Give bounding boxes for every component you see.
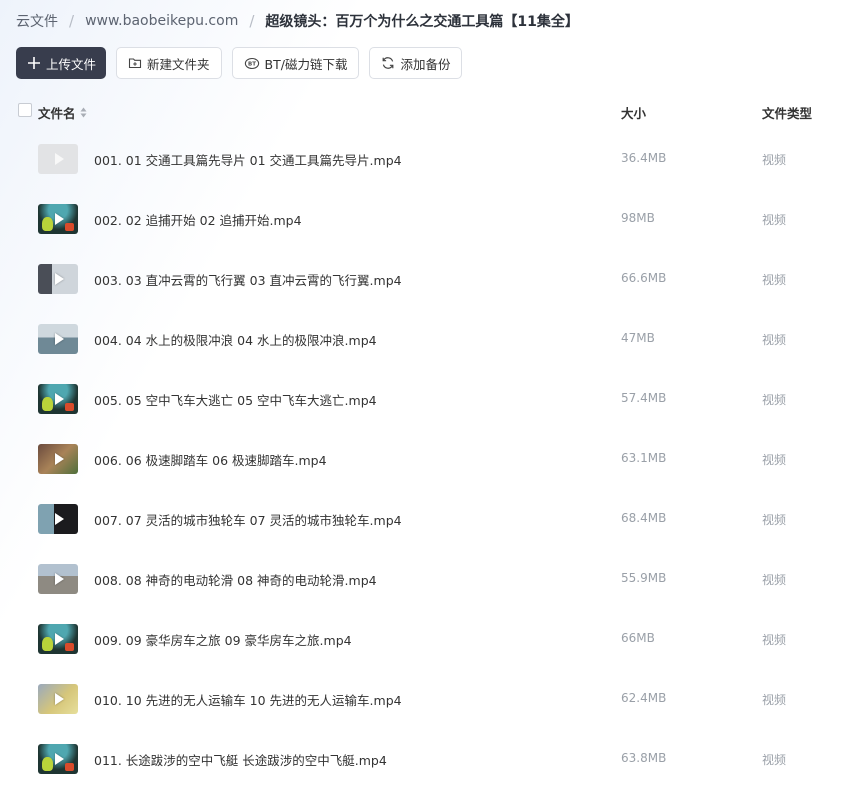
select-all-checkbox[interactable] xyxy=(18,103,32,117)
video-thumbnail[interactable] xyxy=(38,744,78,774)
file-name[interactable]: 005. 05 空中飞车大逃亡 05 空中飞车大逃亡.mp4 xyxy=(94,390,377,409)
play-icon xyxy=(55,333,64,345)
file-name[interactable]: 006. 06 极速脚踏车 06 极速脚踏车.mp4 xyxy=(94,450,327,469)
breadcrumb-level1[interactable]: www.baobeikepu.com xyxy=(85,13,238,29)
file-size: 66.6MB xyxy=(621,271,667,285)
file-size: 68.4MB xyxy=(621,511,667,525)
new-folder-button-label: 新建文件夹 xyxy=(147,56,210,72)
play-icon xyxy=(55,453,64,465)
bt-download-button-label: BT/磁力链下载 xyxy=(264,56,348,72)
file-name[interactable]: 010. 10 先进的无人运输车 10 先进的无人运输车.mp4 xyxy=(94,690,402,709)
file-row[interactable]: 008. 08 神奇的电动轮滑 08 神奇的电动轮滑.mp4 55.9MB 视频 xyxy=(0,549,847,609)
file-size: 66MB xyxy=(621,631,655,645)
file-size: 55.9MB xyxy=(621,571,667,585)
file-size: 47MB xyxy=(621,331,655,345)
play-icon xyxy=(55,213,64,225)
file-type: 视频 xyxy=(762,393,787,407)
breadcrumb-separator: / xyxy=(249,12,255,30)
column-header-size: 大小 xyxy=(621,106,647,121)
file-row[interactable]: 007. 07 灵活的城市独轮车 07 灵活的城市独轮车.mp4 68.4MB 视频 xyxy=(0,489,847,549)
upload-button-label: 上传文件 xyxy=(46,56,97,72)
video-thumbnail[interactable] xyxy=(38,264,78,294)
column-header-type: 文件类型 xyxy=(762,106,813,121)
breadcrumb: 云文件 / www.baobeikepu.com / 超级镜头：百万个为什么之交… xyxy=(16,10,579,32)
file-size: 63.8MB xyxy=(621,751,667,765)
file-row[interactable]: 002. 02 追捕开始 02 追捕开始.mp4 98MB 视频 xyxy=(0,189,847,249)
breadcrumb-separator: / xyxy=(69,12,75,30)
video-thumbnail[interactable] xyxy=(38,384,78,414)
file-type: 视频 xyxy=(762,273,787,287)
video-thumbnail[interactable] xyxy=(38,204,78,234)
bt-download-button[interactable]: BT BT/磁力链下载 xyxy=(231,47,360,79)
video-thumbnail[interactable] xyxy=(38,504,78,534)
column-header-name-label: 文件名 xyxy=(38,106,76,121)
breadcrumb-current: 超级镜头：百万个为什么之交通工具篇【11集全】 xyxy=(265,14,579,30)
file-name[interactable]: 007. 07 灵活的城市独轮车 07 灵活的城市独轮车.mp4 xyxy=(94,510,402,529)
play-icon xyxy=(55,693,64,705)
file-name[interactable]: 004. 04 水上的极限冲浪 04 水上的极限冲浪.mp4 xyxy=(94,330,377,349)
toolbar: 上传文件 新建文件夹 BT BT/磁力链下载 添加备份 xyxy=(16,47,463,79)
play-icon xyxy=(55,273,64,285)
file-type: 视频 xyxy=(762,453,787,467)
folder-plus-icon xyxy=(128,56,142,70)
file-row[interactable]: 005. 05 空中飞车大逃亡 05 空中飞车大逃亡.mp4 57.4MB 视频 xyxy=(0,369,847,429)
file-name[interactable]: 009. 09 豪华房车之旅 09 豪华房车之旅.mp4 xyxy=(94,630,352,649)
video-thumbnail[interactable] xyxy=(38,444,78,474)
file-size: 62.4MB xyxy=(621,691,667,705)
add-backup-button[interactable]: 添加备份 xyxy=(369,47,463,79)
file-size: 98MB xyxy=(621,211,655,225)
breadcrumb-root[interactable]: 云文件 xyxy=(16,11,58,31)
file-type: 视频 xyxy=(762,753,787,767)
file-type: 视频 xyxy=(762,513,787,527)
video-thumbnail[interactable] xyxy=(38,564,78,594)
play-icon xyxy=(55,153,64,165)
file-type: 视频 xyxy=(762,333,787,347)
video-thumbnail[interactable] xyxy=(38,624,78,654)
file-type: 视频 xyxy=(762,633,787,647)
file-row[interactable]: 009. 09 豪华房车之旅 09 豪华房车之旅.mp4 66MB 视频 xyxy=(0,609,847,669)
file-size: 36.4MB xyxy=(621,151,667,165)
file-type: 视频 xyxy=(762,573,787,587)
file-name[interactable]: 003. 03 直冲云霄的飞行翼 03 直冲云霄的飞行翼.mp4 xyxy=(94,270,402,289)
file-name[interactable]: 011. 长途跋涉的空中飞艇 长途跋涉的空中飞艇.mp4 xyxy=(94,750,387,769)
video-thumbnail[interactable] xyxy=(38,324,78,354)
file-type: 视频 xyxy=(762,213,787,227)
file-size: 57.4MB xyxy=(621,391,667,405)
file-type: 视频 xyxy=(762,153,787,167)
upload-button[interactable]: 上传文件 xyxy=(16,47,107,79)
column-header-name[interactable]: 文件名 xyxy=(38,103,87,122)
play-icon xyxy=(55,513,64,525)
file-type: 视频 xyxy=(762,693,787,707)
file-row[interactable]: 004. 04 水上的极限冲浪 04 水上的极限冲浪.mp4 47MB 视频 xyxy=(0,309,847,369)
file-list: 001. 01 交通工具篇先导片 01 交通工具篇先导片.mp4 36.4MB 视频… xyxy=(0,129,847,789)
new-folder-button[interactable]: 新建文件夹 xyxy=(116,47,222,79)
play-icon xyxy=(55,753,64,765)
file-name[interactable]: 002. 02 追捕开始 02 追捕开始.mp4 xyxy=(94,210,302,229)
video-thumbnail[interactable] xyxy=(38,684,78,714)
file-row[interactable]: 011. 长途跋涉的空中飞艇 长途跋涉的空中飞艇.mp4 63.8MB 视频 xyxy=(0,729,847,789)
add-backup-button-label: 添加备份 xyxy=(400,56,451,72)
file-row[interactable]: 010. 10 先进的无人运输车 10 先进的无人运输车.mp4 62.4MB 视频 xyxy=(0,669,847,729)
file-row[interactable]: 006. 06 极速脚踏车 06 极速脚踏车.mp4 63.1MB 视频 xyxy=(0,429,847,489)
file-row[interactable]: 001. 01 交通工具篇先导片 01 交通工具篇先导片.mp4 36.4MB 视频 xyxy=(0,129,847,189)
file-name[interactable]: 001. 01 交通工具篇先导片 01 交通工具篇先导片.mp4 xyxy=(94,150,402,169)
file-row[interactable]: 003. 03 直冲云霄的飞行翼 03 直冲云霄的飞行翼.mp4 66.6MB 视频 xyxy=(0,249,847,309)
sort-icon[interactable] xyxy=(80,107,87,118)
play-icon xyxy=(55,633,64,645)
table-header: 文件名 大小 文件类型 xyxy=(0,98,847,124)
play-icon xyxy=(55,393,64,405)
bt-icon: BT xyxy=(244,56,260,70)
svg-text:BT: BT xyxy=(248,62,256,68)
file-name[interactable]: 008. 08 神奇的电动轮滑 08 神奇的电动轮滑.mp4 xyxy=(94,570,377,589)
video-thumbnail[interactable] xyxy=(38,144,78,174)
file-size: 63.1MB xyxy=(621,451,667,465)
play-icon xyxy=(55,573,64,585)
sync-icon xyxy=(381,56,395,70)
plus-icon xyxy=(27,56,41,70)
